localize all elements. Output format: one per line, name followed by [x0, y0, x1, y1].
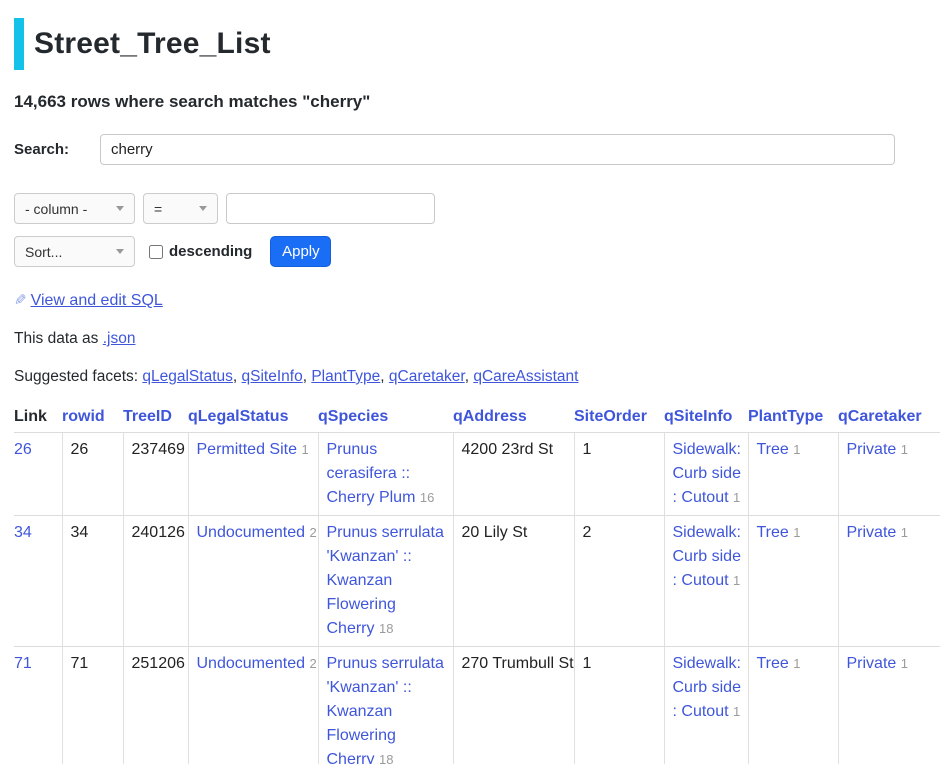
qcaretaker-link[interactable]: Private	[847, 524, 897, 541]
apply-button[interactable]: Apply	[270, 236, 331, 267]
qlegalstatus-link[interactable]: Permitted Site	[197, 441, 297, 458]
qlegalstatus-link[interactable]: Undocumented	[197, 655, 306, 672]
facet-link-qsiteinfo[interactable]: qSiteInfo	[242, 368, 303, 385]
qsiteinfo-link[interactable]: Sidewalk: Curb side : Cutout	[673, 524, 741, 589]
operator-select-label: =	[154, 201, 162, 217]
facet-count: 18	[379, 752, 393, 764]
facet-separator: ,	[233, 368, 242, 385]
facet-count: 16	[420, 490, 434, 505]
facet-count: 2	[309, 656, 316, 671]
chevron-down-icon	[116, 206, 124, 211]
planttype-link[interactable]: Tree	[757, 655, 789, 672]
row-link[interactable]: 71	[14, 655, 32, 672]
siteorder-cell: 1	[574, 647, 664, 764]
sort-select-label: Sort...	[25, 244, 62, 260]
suggested-facets-line: Suggested facets: qLegalStatus, qSiteInf…	[14, 368, 940, 386]
facet-link-qcaretaker[interactable]: qCaretaker	[389, 368, 465, 385]
facet-count: 1	[301, 442, 308, 457]
filter-row: - column - =	[14, 193, 940, 224]
rowid-cell: 34	[62, 516, 123, 647]
pencil-icon: ✎	[14, 291, 27, 309]
page: Street_Tree_List 14,663 rows where searc…	[0, 18, 940, 764]
facet-count: 1	[901, 656, 908, 671]
data-as-line: This data as .json	[14, 330, 940, 348]
qcaretaker-link[interactable]: Private	[847, 441, 897, 458]
facet-separator: ,	[380, 368, 389, 385]
row-count-summary: 14,663 rows where search matches "cherry…	[14, 92, 940, 112]
header-siteorder[interactable]: SiteOrder	[574, 405, 664, 433]
descending-checkbox[interactable]	[149, 245, 163, 259]
view-edit-sql-line: ✎View and edit SQL	[14, 291, 940, 310]
facet-count: 1	[793, 525, 800, 540]
planttype-link[interactable]: Tree	[757, 441, 789, 458]
facet-link-planttype[interactable]: PlantType	[311, 368, 380, 385]
chevron-down-icon	[116, 249, 124, 254]
table-row: 71 71 251206 Undocumented 2 Prunus serru…	[14, 647, 940, 764]
results-table: Link rowid TreeID qLegalStatus qSpecies …	[14, 405, 940, 764]
header-treeid[interactable]: TreeID	[123, 405, 188, 433]
planttype-link[interactable]: Tree	[757, 524, 789, 541]
header-qspecies[interactable]: qSpecies	[318, 405, 453, 433]
facet-count: 1	[733, 704, 740, 719]
facet-count: 1	[793, 442, 800, 457]
qaddress-cell: 20 Lily St	[453, 516, 574, 647]
header-link: Link	[14, 405, 62, 433]
treeid-cell: 251206	[123, 647, 188, 764]
descending-label: descending	[169, 243, 252, 260]
column-select[interactable]: - column -	[14, 193, 135, 224]
facet-count: 1	[901, 525, 908, 540]
sort-select[interactable]: Sort...	[14, 236, 135, 267]
qspecies-link[interactable]: Prunus cerasifera :: Cherry Plum	[327, 441, 416, 506]
rowid-cell: 71	[62, 647, 123, 764]
page-title: Street_Tree_List	[14, 18, 940, 70]
header-qsiteinfo[interactable]: qSiteInfo	[664, 405, 748, 433]
header-qcaretaker[interactable]: qCaretaker	[838, 405, 940, 433]
table-row: 26 26 237469 Permitted Site 1 Prunus cer…	[14, 433, 940, 516]
facet-count: 2	[309, 525, 316, 540]
siteorder-cell: 2	[574, 516, 664, 647]
qaddress-cell: 270 Trumbull St	[453, 647, 574, 764]
row-link[interactable]: 26	[14, 441, 32, 458]
row-link[interactable]: 34	[14, 524, 32, 541]
header-qlegalstatus[interactable]: qLegalStatus	[188, 405, 318, 433]
column-select-label: - column -	[25, 201, 87, 217]
sort-row: Sort... descending Apply	[14, 236, 940, 267]
table-row: 34 34 240126 Undocumented 2 Prunus serru…	[14, 516, 940, 647]
facet-count: 1	[733, 573, 740, 588]
qcaretaker-link[interactable]: Private	[847, 655, 897, 672]
data-as-prefix: This data as	[14, 330, 103, 347]
json-link[interactable]: .json	[103, 330, 136, 347]
facet-link-qcareassistant[interactable]: qCareAssistant	[473, 368, 578, 385]
header-planttype[interactable]: PlantType	[748, 405, 838, 433]
qsiteinfo-link[interactable]: Sidewalk: Curb side : Cutout	[673, 441, 741, 506]
facet-count: 1	[733, 490, 740, 505]
facets-prefix: Suggested facets:	[14, 368, 142, 385]
qaddress-cell: 4200 23rd St	[453, 433, 574, 516]
treeid-cell: 237469	[123, 433, 188, 516]
operator-select[interactable]: =	[143, 193, 218, 224]
header-qaddress[interactable]: qAddress	[453, 405, 574, 433]
header-rowid[interactable]: rowid	[62, 405, 123, 433]
search-label: Search:	[14, 141, 100, 158]
rowid-cell: 26	[62, 433, 123, 516]
facet-count: 1	[901, 442, 908, 457]
facet-count: 18	[379, 621, 393, 636]
siteorder-cell: 1	[574, 433, 664, 516]
chevron-down-icon	[199, 206, 207, 211]
search-row: Search:	[14, 134, 940, 165]
qlegalstatus-link[interactable]: Undocumented	[197, 524, 306, 541]
search-input[interactable]	[100, 134, 895, 165]
qspecies-link[interactable]: Prunus serrulata 'Kwanzan' :: Kwanzan Fl…	[327, 655, 444, 764]
table-header-row: Link rowid TreeID qLegalStatus qSpecies …	[14, 405, 940, 433]
facet-count: 1	[793, 656, 800, 671]
filter-value-input[interactable]	[226, 193, 435, 224]
facet-link-qlegalstatus[interactable]: qLegalStatus	[142, 368, 233, 385]
qsiteinfo-link[interactable]: Sidewalk: Curb side : Cutout	[673, 655, 741, 720]
treeid-cell: 240126	[123, 516, 188, 647]
view-edit-sql-link[interactable]: View and edit SQL	[31, 292, 163, 309]
